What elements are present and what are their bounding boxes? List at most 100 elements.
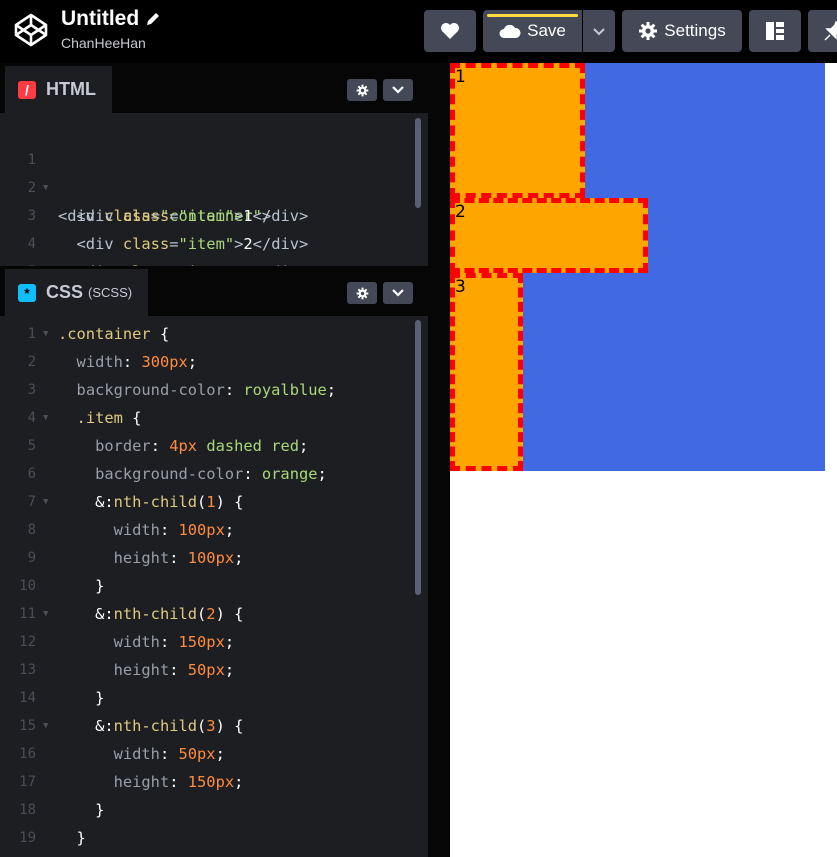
heart-button[interactable] — [424, 10, 476, 52]
code-text: width: 100px; — [113, 521, 235, 539]
line-number: 11 — [19, 606, 36, 622]
pen-title[interactable]: Untitled — [61, 6, 161, 32]
code-text: background-color: orange; — [95, 465, 327, 483]
gear-icon — [356, 287, 368, 299]
code-text: height: 100px; — [113, 549, 244, 567]
line-number: 1 — [27, 326, 36, 342]
html-scrollbar[interactable] — [415, 118, 421, 208]
code-line: 3 <div class="item">2</div> — [0, 174, 428, 253]
css-scrollbar[interactable] — [415, 320, 421, 595]
preview-item-1: 1 — [450, 63, 585, 198]
settings-label: Settings — [664, 21, 726, 40]
layout-icon — [766, 22, 784, 40]
chevron-down-icon — [392, 86, 404, 94]
heart-icon — [441, 23, 459, 39]
code-line: 6 background-color: orange; — [0, 460, 428, 488]
css-editor-header: * CSS (SCSS) — [0, 266, 428, 316]
fold-arrow-icon[interactable]: ▼ — [43, 712, 48, 740]
css-code-area[interactable]: 1 ▼ .container {2 width: 300px; 3 backgroun… — [0, 320, 428, 857]
code-text: .item { — [76, 409, 142, 427]
fold-arrow-icon[interactable]: ▼ — [43, 600, 48, 628]
code-text: border: 4px dashed red; — [95, 437, 309, 455]
html-code-area[interactable]: 1 ▼ <div class="container"> 2 <div class… — [0, 118, 428, 309]
settings-button[interactable]: Settings — [622, 10, 742, 52]
css-settings-button[interactable] — [347, 282, 377, 304]
tab-html[interactable]: / HTML — [5, 66, 112, 113]
code-line: 1 ▼ <div class="container"> — [0, 118, 428, 225]
line-number: 3 — [27, 382, 36, 398]
line-number: 14 — [19, 690, 36, 706]
code-text: .container { — [58, 325, 170, 343]
line-number: 15 — [19, 718, 36, 734]
save-dropdown-button[interactable] — [583, 10, 615, 52]
html-collapse-button[interactable] — [383, 79, 413, 101]
html-settings-button[interactable] — [347, 79, 377, 101]
code-line: 3 background-color: royalblue; — [0, 376, 428, 404]
code-text: } — [58, 801, 105, 819]
code-line: 8 width: 100px; — [0, 516, 428, 544]
line-number: 8 — [27, 522, 36, 538]
css-icon: * — [18, 283, 36, 302]
line-number: 4 — [27, 410, 36, 426]
code-line: 1 ▼ .container { — [0, 320, 428, 348]
fold-arrow-icon[interactable]: ▼ — [43, 320, 48, 348]
save-button[interactable]: Save — [483, 10, 582, 52]
code-line: 9 height: 100px; — [0, 544, 428, 572]
pin-icon — [824, 21, 837, 41]
fold-arrow-icon[interactable]: ▼ — [43, 488, 48, 516]
author-name[interactable]: ChanHeeHan — [61, 35, 146, 51]
line-number: 5 — [27, 438, 36, 454]
code-line: 7 ▼ &:nth-child(1) { — [0, 488, 428, 516]
codepen-logo-icon[interactable] — [13, 12, 49, 48]
line-number: 13 — [19, 662, 36, 678]
code-line: 2 width: 300px; — [0, 348, 428, 376]
tab-css[interactable]: * CSS (SCSS) — [5, 269, 149, 316]
code-text: } — [58, 689, 105, 707]
preview-item-3: 3 — [450, 273, 523, 471]
chevron-down-icon — [392, 289, 404, 297]
html-icon: / — [18, 80, 36, 99]
code-text: width: 50px; — [113, 745, 225, 763]
pin-button[interactable] — [808, 10, 837, 52]
resize-divider[interactable] — [428, 63, 450, 857]
change-view-button[interactable] — [749, 10, 801, 52]
fold-arrow-icon[interactable]: ▼ — [43, 404, 48, 432]
preview-container: 1 2 3 — [450, 63, 825, 471]
code-line: 2 <div class="item">1</div> — [0, 146, 428, 225]
css-collapse-button[interactable] — [383, 282, 413, 304]
code-text: width: 150px; — [113, 633, 235, 651]
pencil-icon[interactable] — [145, 11, 161, 27]
line-number: 17 — [19, 774, 36, 790]
code-text: } — [58, 829, 86, 847]
code-line: 18 } — [0, 796, 428, 824]
code-text: &:nth-child(1) { — [58, 493, 244, 511]
code-text: } — [58, 577, 105, 595]
gear-icon — [639, 22, 658, 40]
line-number: 10 — [19, 578, 36, 594]
code-line: 15 ▼ &:nth-child(3) { — [0, 712, 428, 740]
tab-css-label: CSS — [46, 282, 84, 302]
line-number: 16 — [19, 746, 36, 762]
code-text: background-color: royalblue; — [76, 381, 337, 399]
line-number: 9 — [27, 550, 36, 566]
tab-html-label: HTML — [46, 79, 96, 99]
code-text: height: 50px; — [113, 661, 235, 679]
code-line: 5 border: 4px dashed red; — [0, 432, 428, 460]
save-label: Save — [527, 21, 566, 40]
line-number: 12 — [19, 634, 36, 650]
code-line: 5 </div> — [0, 230, 428, 309]
code-text: &:nth-child(2) { — [58, 605, 244, 623]
code-text: &:nth-child(3) { — [58, 717, 244, 735]
tab-css-preprocessor: (SCSS) — [88, 285, 133, 300]
pen-title-text[interactable]: Untitled — [61, 6, 139, 32]
code-line: 13 height: 50px; — [0, 656, 428, 684]
line-number: 2 — [27, 354, 36, 370]
code-text: width: 300px; — [76, 353, 198, 371]
code-line: 4 <div class="item">3</div> — [0, 202, 428, 281]
code-line: 12 width: 150px; — [0, 628, 428, 656]
chevron-down-icon — [593, 28, 605, 36]
line-number: 19 — [19, 830, 36, 846]
code-text: height: 150px; — [113, 773, 244, 791]
cloud-icon — [499, 24, 521, 38]
code-line: 16 width: 50px; — [0, 740, 428, 768]
